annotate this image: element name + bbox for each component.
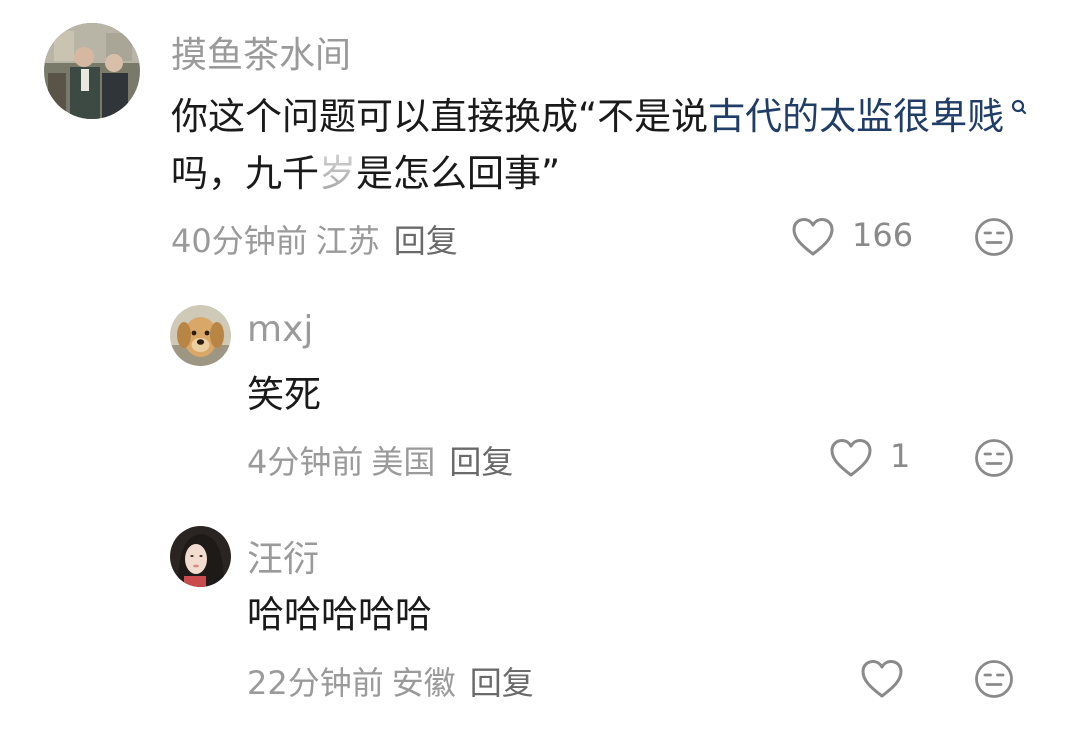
comment-text: 你这个问题可以直接换成“不是说古代的太监很卑贱 吗，九千岁是怎么回事” xyxy=(171,88,1041,202)
heart-outline-icon[interactable] xyxy=(860,659,904,699)
avatar-portrait-icon xyxy=(170,526,231,587)
location: 安徽 xyxy=(391,664,456,702)
reply-button[interactable]: 回复 xyxy=(394,222,458,260)
avatar-dog-icon xyxy=(170,305,231,366)
comment-meta: 4分钟前 美国 回复 xyxy=(247,437,513,483)
avatar-photo-icon xyxy=(44,23,140,119)
reply-button[interactable]: 回复 xyxy=(449,443,513,481)
username[interactable]: 汪衍 xyxy=(247,530,319,582)
like-count: 1 xyxy=(890,437,911,475)
like-count: 166 xyxy=(852,216,914,254)
location: 美国 xyxy=(371,443,436,481)
reply-button[interactable]: 回复 xyxy=(470,664,534,702)
neutral-face-icon[interactable] xyxy=(974,659,1014,699)
avatar[interactable] xyxy=(170,526,231,587)
search-link[interactable]: 古代的太监很卑贱 xyxy=(708,95,1004,138)
comment-meta: 22分钟前 安徽 回复 xyxy=(247,658,534,704)
comment-text-prefix: 你这个问题可以直接换成“不是说 xyxy=(171,95,709,138)
timestamp: 40分钟前 xyxy=(171,222,308,260)
neutral-face-icon[interactable] xyxy=(974,438,1014,478)
comment-meta: 40分钟前 江苏 回复 xyxy=(171,216,458,262)
timestamp: 22分钟前 xyxy=(247,664,384,702)
neutral-face-icon[interactable] xyxy=(974,217,1014,257)
timestamp: 4分钟前 xyxy=(247,443,364,481)
username[interactable]: mxj xyxy=(247,309,313,350)
heart-outline-icon[interactable] xyxy=(829,438,873,478)
heart-outline-icon[interactable] xyxy=(791,217,835,257)
username[interactable]: 摸鱼茶水间 xyxy=(171,26,351,78)
comment-text: 笑死 xyxy=(247,373,321,416)
comment-text: 哈哈哈哈哈 xyxy=(247,593,432,636)
location: 江苏 xyxy=(315,222,380,260)
search-icon[interactable] xyxy=(1004,88,1030,118)
comment-text-suffix: 是怎么回事” xyxy=(356,152,561,195)
avatar[interactable] xyxy=(170,305,231,366)
masked-char: 岁 xyxy=(319,145,356,202)
comment-text-mid: 吗，九千 xyxy=(171,152,319,195)
avatar[interactable] xyxy=(44,23,140,119)
